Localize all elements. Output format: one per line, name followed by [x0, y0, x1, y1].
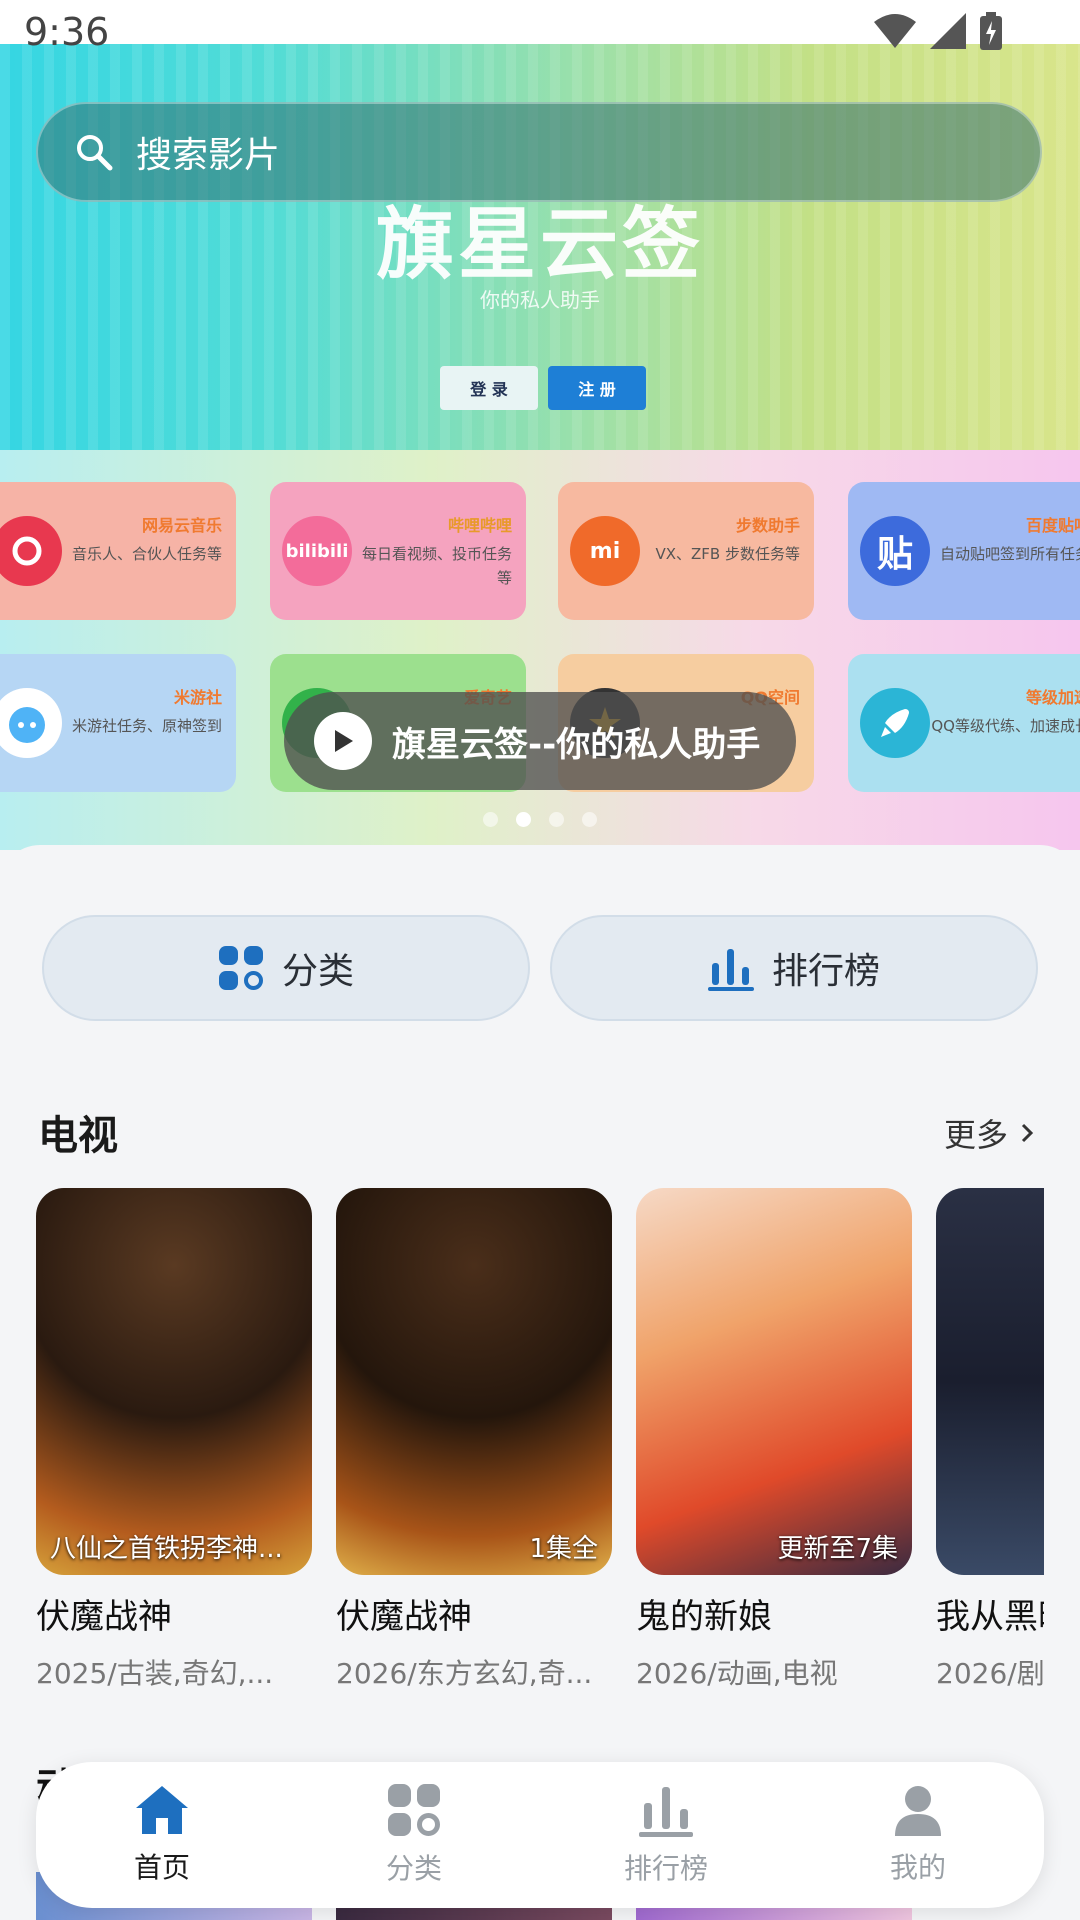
card-desc: 音乐人、合伙人任务等: [71, 545, 222, 563]
card-title: 等级加速: [1025, 688, 1080, 707]
search-input[interactable]: 搜索影片: [136, 126, 280, 178]
nav-label: 排行榜: [623, 1852, 708, 1885]
netease-music-icon: [0, 516, 62, 586]
battery-icon: [980, 12, 1002, 50]
banner-register-button: 注 册: [548, 366, 646, 410]
banner-title: 旗星云签: [375, 200, 704, 290]
poster-title: 我从黑暗中: [936, 1597, 1044, 1637]
wifi-icon: [874, 14, 916, 48]
banner-login-button: 登 录: [440, 366, 538, 410]
app-screen: 9:36 搜索影片 旗星云签 你的私人助手 登 录 注 册 网易云音乐 音乐人、…: [0, 0, 1080, 1920]
card-title: 米游社: [173, 688, 222, 707]
poster-image: [936, 1188, 1044, 1575]
card-title: 百度贴吧: [1025, 516, 1080, 535]
card-title: 哔哩哔哩: [447, 516, 512, 535]
rocket-icon: [860, 688, 930, 758]
ranking-button-label: 排行榜: [771, 951, 880, 992]
play-icon[interactable]: [314, 712, 372, 770]
feature-card: mi 步数助手 VX、ZFB 步数任务等: [558, 482, 814, 620]
poster-card[interactable]: 1集全 伏魔战神 2026/东方玄幻,奇...: [336, 1188, 612, 1692]
category-icon: [218, 946, 263, 990]
nav-label: 我的: [889, 1851, 946, 1884]
feature-card: 网易云音乐 音乐人、合伙人任务等: [0, 482, 236, 620]
status-icons: [874, 12, 1002, 50]
ranking-icon: [707, 949, 754, 991]
nav-label: 首页: [133, 1851, 190, 1884]
poster-meta: 2025/古装,奇幻,...: [36, 1657, 274, 1690]
card-desc: 自动贴吧签到所有任务: [939, 545, 1080, 563]
banner-carousel[interactable]: 搜索影片 旗星云签 你的私人助手 登 录 注 册 网易云音乐 音乐人、合伙人任务…: [0, 44, 1080, 850]
card-desc: QQ等级代练、加速成长: [931, 717, 1080, 735]
poster-card[interactable]: 八仙之首铁拐李神... 伏魔战神 2025/古装,奇幻,...: [36, 1188, 312, 1692]
poster-title: 伏魔战神: [36, 1597, 172, 1637]
nav-item-profile[interactable]: 我的: [792, 1762, 1044, 1908]
bottom-nav: 首页 分类 排行榜 我的: [36, 1762, 1044, 1908]
carousel-dot[interactable]: [549, 812, 564, 827]
card-desc: 每日看视频、投币任务等: [361, 545, 512, 587]
poster-meta: 2026/东方玄幻,奇...: [336, 1657, 593, 1690]
nav-item-ranking[interactable]: 排行榜: [540, 1762, 792, 1908]
more-link[interactable]: 更多: [944, 1110, 1034, 1156]
poster-card[interactable]: 我从黑暗中 2026/剧情: [936, 1188, 1044, 1692]
carousel-dot[interactable]: [582, 812, 597, 827]
poster-image: 八仙之首铁拐李神...: [36, 1188, 312, 1575]
status-bar: 9:36: [0, 0, 1080, 54]
search-icon: [77, 135, 113, 171]
login-label: 登 录: [470, 380, 508, 399]
feature-card: 贴 百度贴吧 自动贴吧签到所有任务: [848, 482, 1080, 620]
register-label: 注 册: [578, 380, 616, 399]
miyoushe-icon: [0, 688, 62, 758]
carousel-dot[interactable]: [483, 812, 498, 827]
poster-row: 八仙之首铁拐李神... 伏魔战神 2025/古装,奇幻,... 1集全 伏魔战神…: [36, 1188, 1044, 1708]
feature-card: 等级加速 QQ等级代练、加速成长: [848, 654, 1080, 792]
poster-title: 伏魔战神: [336, 1597, 472, 1637]
signal-icon: [930, 13, 966, 49]
nav-item-category[interactable]: 分类: [288, 1762, 540, 1908]
poster-image: 更新至7集: [636, 1188, 912, 1575]
mi-icon: mi: [570, 516, 640, 586]
ranking-button[interactable]: 排行榜: [550, 915, 1038, 1021]
tieba-icon: 贴: [860, 516, 930, 586]
poster-title: 鬼的新娘: [636, 1597, 772, 1637]
bilibili-icon: bilibili: [282, 516, 352, 586]
category-button-label: 分类: [281, 951, 354, 992]
card-title: 步数助手: [735, 516, 800, 535]
nav-label: 分类: [385, 1852, 442, 1885]
carousel-dots: [0, 812, 1080, 827]
poster-card[interactable]: 更新至7集 鬼的新娘 2026/动画,电视: [636, 1188, 912, 1692]
user-icon: [895, 1786, 941, 1836]
banner-caption[interactable]: 旗星云签--你的私人助手: [284, 692, 796, 790]
feature-card: 米游社 米游社任务、原神签到: [0, 654, 236, 792]
poster-meta: 2026/剧情: [936, 1657, 1044, 1690]
card-desc: 米游社任务、原神签到: [71, 717, 222, 735]
poster-badge: 更新至7集: [777, 1534, 898, 1564]
carousel-dot-active[interactable]: [516, 812, 531, 827]
status-time: 9:36: [24, 10, 110, 54]
nav-item-home[interactable]: 首页: [36, 1762, 288, 1908]
section-title: 电视: [38, 1113, 118, 1159]
ranking-icon: [639, 1787, 693, 1837]
poster-image: 1集全: [336, 1188, 612, 1575]
card-desc: VX、ZFB 步数任务等: [655, 545, 800, 563]
feature-card: bilibili 哔哩哔哩 每日看视频、投币任务等: [270, 482, 526, 620]
poster-badge: 1集全: [529, 1534, 598, 1564]
chevron-right-icon: [1021, 1123, 1034, 1143]
poster-meta: 2026/动画,电视: [636, 1657, 838, 1690]
more-label: 更多: [943, 1116, 1008, 1154]
poster-badge: 八仙之首铁拐李神...: [50, 1534, 283, 1564]
category-button[interactable]: 分类: [42, 915, 530, 1021]
main-content: 分类 排行榜 电视 更多 八仙之首铁拐李神... 伏魔战神 2025/古装,奇幻…: [0, 845, 1080, 1920]
banner-subtitle: 你的私人助手: [480, 288, 600, 312]
banner-caption-text: 旗星云签--你的私人助手: [392, 724, 761, 765]
home-icon: [136, 1786, 188, 1834]
category-icon: [388, 1784, 440, 1836]
card-title: 网易云音乐: [141, 516, 222, 535]
